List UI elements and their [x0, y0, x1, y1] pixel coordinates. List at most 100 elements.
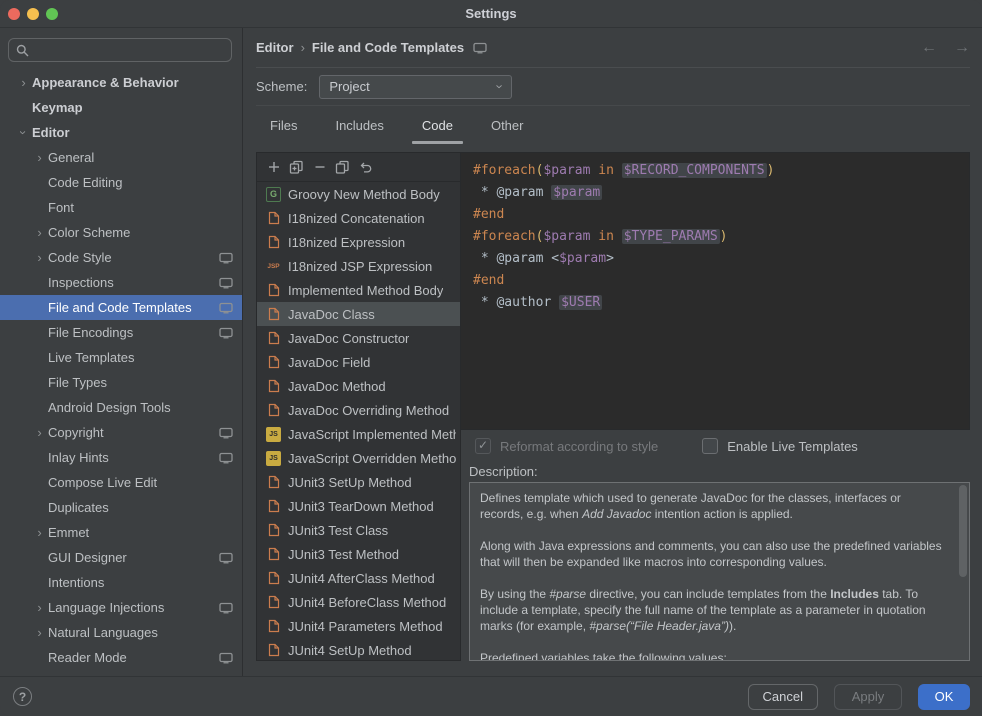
template-item-label: JavaDoc Field — [288, 355, 370, 370]
template-editor[interactable]: #foreach($param in $RECORD_COMPONENTS) *… — [461, 152, 970, 430]
ok-button[interactable]: OK — [918, 684, 970, 710]
copy-icon[interactable] — [331, 156, 354, 178]
undo-icon[interactable] — [354, 156, 377, 178]
sidebar-item-code-editing[interactable]: Code Editing — [0, 170, 242, 195]
template-item-junit4-afterclass-method[interactable]: JUnit4 AfterClass Method — [257, 566, 460, 590]
chevron-right-icon[interactable]: › — [31, 425, 48, 440]
template-item-javadoc-field[interactable]: JavaDoc Field — [257, 350, 460, 374]
template-item-junit4-setup-method[interactable]: JUnit4 SetUp Method — [257, 638, 460, 660]
screen-icon — [219, 427, 233, 439]
template-item-groovy-new-method-body[interactable]: GGroovy New Method Body — [257, 182, 460, 206]
description-paragraph: By using the #parse directive, you can i… — [480, 586, 947, 634]
sidebar-item-label: Code Style — [48, 250, 112, 265]
template-item-javadoc-constructor[interactable]: JavaDoc Constructor — [257, 326, 460, 350]
sidebar-item-android-design-tools[interactable]: Android Design Tools — [0, 395, 242, 420]
enable-live-templates-checkbox[interactable]: Enable Live Templates — [702, 438, 858, 454]
sidebar-item-language-injections[interactable]: ›Language Injections — [0, 595, 242, 620]
tab-code[interactable]: Code — [420, 118, 455, 144]
minimize-button[interactable] — [27, 8, 39, 20]
sidebar-item-gui-designer[interactable]: GUI Designer — [0, 545, 242, 570]
template-item-i18nized-expression[interactable]: I18nized Expression — [257, 230, 460, 254]
template-item-javadoc-class[interactable]: JavaDoc Class — [257, 302, 460, 326]
close-button[interactable] — [8, 8, 20, 20]
template-item-i18nized-jsp-expression[interactable]: JSPI18nized JSP Expression — [257, 254, 460, 278]
chevron-right-icon[interactable]: › — [31, 600, 48, 615]
cancel-button[interactable]: Cancel — [748, 684, 818, 710]
template-file-icon — [266, 571, 281, 586]
help-button[interactable]: ? — [13, 687, 32, 706]
sidebar-item-natural-languages[interactable]: ›Natural Languages — [0, 620, 242, 645]
sidebar-item-code-style[interactable]: ›Code Style — [0, 245, 242, 270]
sidebar-item-color-scheme[interactable]: ›Color Scheme — [0, 220, 242, 245]
template-file-icon — [266, 283, 281, 298]
chevron-down-icon[interactable]: › — [16, 124, 31, 141]
sidebar-item-emmet[interactable]: ›Emmet — [0, 520, 242, 545]
zoom-button[interactable] — [46, 8, 58, 20]
template-item-label: JavaDoc Class — [288, 307, 375, 322]
sidebar-item-inspections[interactable]: Inspections — [0, 270, 242, 295]
chevron-right-icon[interactable]: › — [31, 225, 48, 240]
template-item-junit3-test-class[interactable]: JUnit3 Test Class — [257, 518, 460, 542]
template-item-javadoc-method[interactable]: JavaDoc Method — [257, 374, 460, 398]
sidebar-item-duplicates[interactable]: Duplicates — [0, 495, 242, 520]
sidebar-item-label: Inlay Hints — [48, 450, 109, 465]
sidebar-item-label: File Encodings — [48, 325, 133, 340]
description-scrollbar-thumb[interactable] — [959, 485, 967, 577]
sidebar-item-copyright[interactable]: ›Copyright — [0, 420, 242, 445]
sidebar-item-label: Inspections — [48, 275, 114, 290]
sidebar-item-file-types[interactable]: File Types — [0, 370, 242, 395]
search-input[interactable] — [34, 43, 224, 58]
back-arrow-icon[interactable]: ← — [921, 39, 937, 57]
search-field[interactable] — [8, 38, 232, 62]
breadcrumb-editor[interactable]: Editor — [256, 40, 294, 55]
template-item-junit3-test-method[interactable]: JUnit3 Test Method — [257, 542, 460, 566]
template-item-javadoc-overriding-method[interactable]: JavaDoc Overriding Method — [257, 398, 460, 422]
chevron-right-icon[interactable]: › — [31, 625, 48, 640]
sidebar-item-intentions[interactable]: Intentions — [0, 570, 242, 595]
template-list: GGroovy New Method BodyI18nized Concaten… — [257, 182, 460, 660]
chevron-right-icon[interactable]: › — [31, 150, 48, 165]
sidebar-item-live-templates[interactable]: Live Templates — [0, 345, 242, 370]
reformat-checkbox[interactable]: Reformat according to style — [475, 438, 658, 454]
template-item-junit4-beforeclass-method[interactable]: JUnit4 BeforeClass Method — [257, 590, 460, 614]
sidebar-item-file-and-code-templates[interactable]: File and Code Templates — [0, 295, 242, 320]
template-item-junit3-teardown-method[interactable]: JUnit3 TearDown Method — [257, 494, 460, 518]
template-item-junit4-parameters-method[interactable]: JUnit4 Parameters Method — [257, 614, 460, 638]
copy-plus-icon[interactable] — [285, 156, 308, 178]
scheme-dropdown[interactable]: Project › — [319, 75, 512, 99]
chevron-right-icon[interactable]: › — [31, 525, 48, 540]
plus-icon[interactable] — [262, 156, 285, 178]
template-item-label: JavaDoc Overriding Method — [288, 403, 449, 418]
sidebar-item-label: Language Injections — [48, 600, 164, 615]
sidebar-item-reader-mode[interactable]: Reader Mode — [0, 645, 242, 670]
scheme-value: Project — [329, 79, 369, 94]
sidebar-item-compose-live-edit[interactable]: Compose Live Edit — [0, 470, 242, 495]
template-item-javascript-implemented-meth[interactable]: JSJavaScript Implemented Meth — [257, 422, 460, 446]
sidebar-item-font[interactable]: Font — [0, 195, 242, 220]
template-item-i18nized-concatenation[interactable]: I18nized Concatenation — [257, 206, 460, 230]
sidebar-item-label: GUI Designer — [48, 550, 127, 565]
tab-other[interactable]: Other — [489, 118, 526, 144]
sidebar-item-appearance-behavior[interactable]: ›Appearance & Behavior — [0, 70, 242, 95]
sidebar-item-editor[interactable]: ›Editor — [0, 120, 242, 145]
breadcrumb-file-and-code-templates[interactable]: File and Code Templates — [312, 40, 464, 55]
template-file-icon — [266, 547, 281, 562]
template-item-implemented-method-body[interactable]: Implemented Method Body — [257, 278, 460, 302]
forward-arrow-icon[interactable]: → — [954, 39, 970, 57]
sidebar-item-label: Intentions — [48, 575, 104, 590]
apply-button[interactable]: Apply — [834, 684, 902, 710]
sidebar-item-keymap[interactable]: Keymap — [0, 95, 242, 120]
sidebar-item-inlay-hints[interactable]: Inlay Hints — [0, 445, 242, 470]
chevron-right-icon[interactable]: › — [15, 75, 32, 90]
tab-files[interactable]: Files — [268, 118, 299, 144]
sidebar-item-general[interactable]: ›General — [0, 145, 242, 170]
sidebar-item-file-encodings[interactable]: File Encodings — [0, 320, 242, 345]
minus-icon[interactable] — [308, 156, 331, 178]
template-item-javascript-overridden-metho[interactable]: JSJavaScript Overridden Metho — [257, 446, 460, 470]
sidebar-item-label: Duplicates — [48, 500, 109, 515]
description-paragraph: Defines template which used to generate … — [480, 490, 947, 522]
chevron-right-icon[interactable]: › — [31, 250, 48, 265]
template-file-icon — [266, 619, 281, 634]
template-item-junit3-setup-method[interactable]: JUnit3 SetUp Method — [257, 470, 460, 494]
tab-includes[interactable]: Includes — [333, 118, 385, 144]
